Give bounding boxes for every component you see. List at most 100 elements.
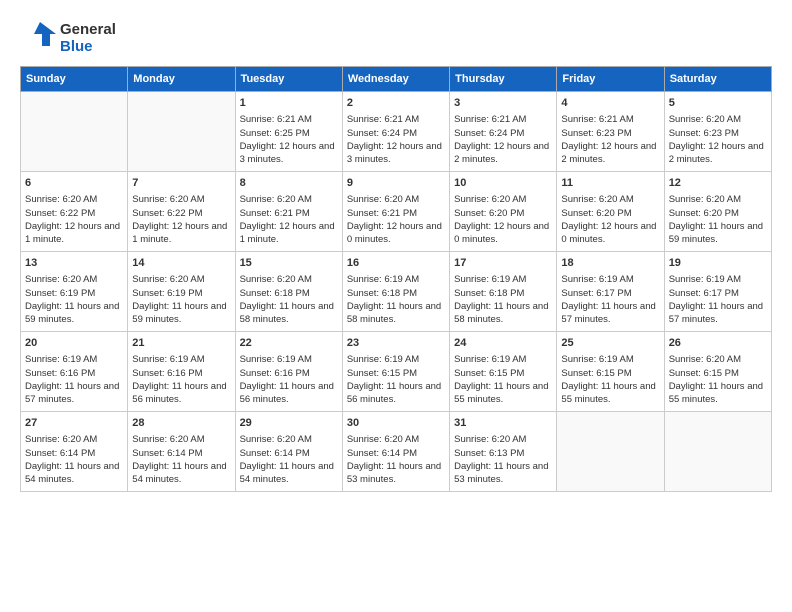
cell-info: Daylight: 11 hours and 55 minutes.: [669, 381, 763, 405]
calendar-cell: 1Sunrise: 6:21 AMSunset: 6:25 PMDaylight…: [235, 92, 342, 172]
day-number: 24: [454, 336, 552, 351]
day-number: 18: [561, 256, 659, 271]
cell-info: Sunset: 6:20 PM: [669, 208, 739, 219]
week-row-5: 27Sunrise: 6:20 AMSunset: 6:14 PMDayligh…: [21, 412, 772, 492]
cell-info: Daylight: 12 hours and 1 minute.: [132, 221, 227, 245]
cell-info: Daylight: 11 hours and 58 minutes.: [454, 301, 548, 325]
calendar-cell: 10Sunrise: 6:20 AMSunset: 6:20 PMDayligh…: [450, 172, 557, 252]
day-number: 17: [454, 256, 552, 271]
cell-info: Daylight: 11 hours and 55 minutes.: [454, 381, 548, 405]
cell-info: Daylight: 12 hours and 2 minutes.: [454, 141, 549, 165]
calendar-cell: 12Sunrise: 6:20 AMSunset: 6:20 PMDayligh…: [664, 172, 771, 252]
cell-info: Sunset: 6:16 PM: [132, 368, 202, 379]
cell-info: Sunrise: 6:20 AM: [132, 194, 204, 205]
day-number: 22: [240, 336, 338, 351]
cell-info: Sunset: 6:15 PM: [669, 368, 739, 379]
cell-info: Sunrise: 6:20 AM: [132, 274, 204, 285]
cell-info: Sunset: 6:15 PM: [347, 368, 417, 379]
day-number: 2: [347, 96, 445, 111]
cell-info: Sunrise: 6:20 AM: [240, 434, 312, 445]
week-row-4: 20 Sunrise: 6:19 AM Sunset: 6:16 PM Dayligh…: [21, 332, 772, 412]
cell-info: Daylight: 12 hours and 0 minutes.: [454, 221, 549, 245]
cell-info: Sunset: 6:14 PM: [25, 448, 95, 459]
day-number: 15: [240, 256, 338, 271]
calendar-cell: 31Sunrise: 6:20 AMSunset: 6:13 PMDayligh…: [450, 412, 557, 492]
cell-info: Sunrise: 6:19 AM: [454, 354, 526, 365]
day-number: 28: [132, 416, 230, 431]
cell-info: Sunset: 6:14 PM: [240, 448, 310, 459]
calendar-table: SundayMondayTuesdayWednesdayThursdayFrid…: [20, 66, 772, 492]
calendar-cell: 15Sunrise: 6:20 AMSunset: 6:18 PMDayligh…: [235, 252, 342, 332]
cell-info: Daylight: 11 hours and 58 minutes.: [347, 301, 441, 325]
day-number: 10: [454, 176, 552, 191]
cell-info: Daylight: 11 hours and 56 minutes.: [132, 381, 226, 405]
calendar-cell: 3Sunrise: 6:21 AMSunset: 6:24 PMDaylight…: [450, 92, 557, 172]
logo: General Blue: [20, 20, 116, 56]
cell-info: Sunrise: 6:19 AM: [132, 354, 204, 365]
cell-info: Sunrise: 6:19 AM: [347, 354, 419, 365]
calendar-cell: [21, 92, 128, 172]
day-number: 6: [25, 176, 123, 191]
calendar-cell: 27Sunrise: 6:20 AMSunset: 6:14 PMDayligh…: [21, 412, 128, 492]
cell-info: Daylight: 12 hours and 2 minutes.: [561, 141, 656, 165]
cell-info: Sunset: 6:13 PM: [454, 448, 524, 459]
header-tuesday: Tuesday: [235, 67, 342, 92]
day-number: 4: [561, 96, 659, 111]
cell-info: Sunset: 6:24 PM: [347, 128, 417, 139]
day-number: 9: [347, 176, 445, 191]
day-number: 12: [669, 176, 767, 191]
calendar-cell: 23Sunrise: 6:19 AMSunset: 6:15 PMDayligh…: [342, 332, 449, 412]
day-number: 14: [132, 256, 230, 271]
calendar-cell: 4 Sunrise: 6:21 AM Sunset: 6:23 PM Daylight…: [557, 92, 664, 172]
cell-info: Sunset: 6:19 PM: [25, 288, 95, 299]
day-number: 30: [347, 416, 445, 431]
week-row-3: 13 Sunrise: 6:20 AM Sunset: 6:19 PM Dayligh…: [21, 252, 772, 332]
cell-info: Daylight: 11 hours and 59 minutes.: [132, 301, 226, 325]
day-number: 3: [454, 96, 552, 111]
cell-info: Daylight: 11 hours and 54 minutes.: [132, 461, 226, 485]
cell-info: Sunset: 6:16 PM: [240, 368, 310, 379]
day-number: 8: [240, 176, 338, 191]
cell-info: Daylight: 11 hours and 59 minutes.: [669, 221, 763, 245]
cell-info: Daylight: 11 hours and 57 minutes.: [669, 301, 763, 325]
cell-info: Sunset: 6:18 PM: [347, 288, 417, 299]
cell-info: Sunrise: 6:20 AM: [25, 194, 97, 205]
week-row-1: 1Sunrise: 6:21 AMSunset: 6:25 PMDaylight…: [21, 92, 772, 172]
cell-info: Sunset: 6:23 PM: [561, 128, 631, 139]
cell-info: Sunset: 6:18 PM: [454, 288, 524, 299]
cell-info: Sunset: 6:19 PM: [132, 288, 202, 299]
calendar-cell: 9Sunrise: 6:20 AMSunset: 6:21 PMDaylight…: [342, 172, 449, 252]
header-thursday: Thursday: [450, 67, 557, 92]
cell-info: Daylight: 11 hours and 57 minutes.: [25, 381, 119, 405]
cell-info: Daylight: 12 hours and 3 minutes.: [347, 141, 442, 165]
cell-info: Daylight: 11 hours and 55 minutes.: [561, 381, 655, 405]
cell-info: Sunrise: 6:21 AM: [454, 114, 526, 125]
calendar-cell: 8Sunrise: 6:20 AMSunset: 6:21 PMDaylight…: [235, 172, 342, 252]
cell-info: Sunrise: 6:20 AM: [240, 274, 312, 285]
cell-info: Sunrise: 6:20 AM: [240, 194, 312, 205]
cell-info: Sunrise: 6:21 AM: [561, 114, 633, 125]
calendar-cell: 22Sunrise: 6:19 AMSunset: 6:16 PMDayligh…: [235, 332, 342, 412]
calendar-cell: 17Sunrise: 6:19 AMSunset: 6:18 PMDayligh…: [450, 252, 557, 332]
day-number: 11: [561, 176, 659, 191]
cell-info: Sunset: 6:15 PM: [561, 368, 631, 379]
day-number: 13: [25, 256, 123, 271]
cell-info: Sunset: 6:21 PM: [347, 208, 417, 219]
page-header: General Blue: [20, 20, 772, 56]
cell-info: Sunrise: 6:19 AM: [25, 354, 97, 365]
day-number: 5: [669, 96, 767, 111]
calendar-cell: 28Sunrise: 6:20 AMSunset: 6:14 PMDayligh…: [128, 412, 235, 492]
calendar-cell: 29Sunrise: 6:20 AMSunset: 6:14 PMDayligh…: [235, 412, 342, 492]
cell-info: Sunset: 6:21 PM: [240, 208, 310, 219]
cell-info: Sunrise: 6:21 AM: [347, 114, 419, 125]
day-number: 20: [25, 336, 123, 351]
cell-info: Daylight: 12 hours and 0 minutes.: [347, 221, 442, 245]
day-number: 7: [132, 176, 230, 191]
day-number: 29: [240, 416, 338, 431]
calendar-cell: 20Sunrise: 6:19 AMSunset: 6:16 PMDayligh…: [21, 332, 128, 412]
calendar-cell: 14 Sunrise: 6:20 AM Sunset: 6:19 PM Dayligh…: [128, 252, 235, 332]
header-friday: Friday: [557, 67, 664, 92]
day-number: 1: [240, 96, 338, 111]
header-monday: Monday: [128, 67, 235, 92]
day-number: 21: [132, 336, 230, 351]
